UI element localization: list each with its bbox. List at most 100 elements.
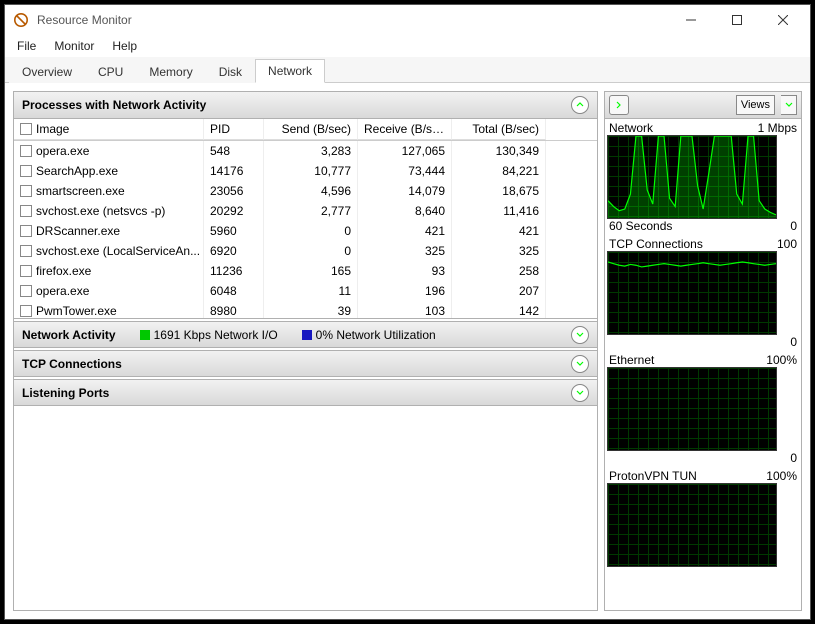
tab-memory[interactable]: Memory <box>136 60 205 83</box>
col-pid[interactable]: PID <box>204 119 264 140</box>
row-checkbox[interactable] <box>20 305 32 317</box>
process-table-scroll[interactable]: Image PID Send (B/sec) Receive (B/sec) T… <box>14 119 597 318</box>
table-row[interactable]: firefox.exe1123616593258 <box>14 261 597 281</box>
table-row[interactable]: DRScanner.exe59600421421 <box>14 221 597 241</box>
chart-title: TCP Connections <box>609 237 703 251</box>
chart-max: 100% <box>766 469 797 483</box>
menu-monitor[interactable]: Monitor <box>46 37 102 55</box>
chart-max: 100 <box>777 237 797 251</box>
cell-recv: 103 <box>358 301 452 318</box>
chart-title: Network <box>609 121 653 135</box>
col-send[interactable]: Send (B/sec) <box>264 119 358 140</box>
section-network-activity[interactable]: Network Activity 1691 Kbps Network I/O 0… <box>14 321 597 348</box>
cell-total: 84,221 <box>452 161 546 181</box>
chart-xmax: 0 <box>790 451 797 465</box>
cell-send: 0 <box>264 241 358 261</box>
cell-image: DRScanner.exe <box>36 224 120 238</box>
chart-protonvpn-tun: ProtonVPN TUN100% <box>607 469 799 567</box>
cell-pid: 548 <box>204 141 264 161</box>
cell-total: 130,349 <box>452 141 546 161</box>
right-pane: Views Network1 Mbps60 Seconds0 TCP Connec… <box>604 91 802 611</box>
views-button[interactable]: Views <box>736 95 775 115</box>
maximize-button[interactable] <box>714 5 760 35</box>
io-color-swatch <box>140 330 150 340</box>
cell-send: 165 <box>264 261 358 281</box>
cell-send: 10,777 <box>264 161 358 181</box>
chart-canvas <box>607 483 777 567</box>
util-color-swatch <box>302 330 312 340</box>
table-row[interactable]: smartscreen.exe230564,59614,07918,675 <box>14 181 597 201</box>
section-tcp-label: TCP Connections <box>22 357 122 371</box>
menubar: File Monitor Help <box>5 35 810 57</box>
charts-scroll[interactable]: Network1 Mbps60 Seconds0 TCP Connections 1… <box>605 119 801 610</box>
section-listening[interactable]: Listening Ports <box>14 379 597 406</box>
collapse-right-button[interactable] <box>609 95 629 115</box>
col-recv[interactable]: Receive (B/sec) <box>358 119 452 140</box>
cell-image: PwmTower.exe <box>36 304 117 318</box>
minimize-button[interactable] <box>668 5 714 35</box>
table-row[interactable]: opera.exe604811196207 <box>14 281 597 301</box>
chart-network: Network1 Mbps60 Seconds0 <box>607 121 799 233</box>
cell-total: 258 <box>452 261 546 281</box>
cell-total: 142 <box>452 301 546 318</box>
section-network-activity-label: Network Activity <box>22 328 116 342</box>
row-checkbox[interactable] <box>20 225 32 237</box>
views-dropdown-button[interactable] <box>781 95 797 115</box>
row-checkbox[interactable] <box>20 205 32 217</box>
chart-canvas <box>607 251 777 335</box>
row-checkbox[interactable] <box>20 245 32 257</box>
cell-recv: 196 <box>358 281 452 301</box>
tab-disk[interactable]: Disk <box>206 60 255 83</box>
cell-image: SearchApp.exe <box>36 164 118 178</box>
row-checkbox[interactable] <box>20 285 32 297</box>
table-row[interactable]: opera.exe5483,283127,065130,349 <box>14 141 597 161</box>
table-row[interactable]: PwmTower.exe898039103142 <box>14 301 597 318</box>
cell-recv: 14,079 <box>358 181 452 201</box>
section-processes[interactable]: Processes with Network Activity <box>14 92 597 119</box>
cell-total: 11,416 <box>452 201 546 221</box>
chart-ethernet: Ethernet 100% 0 <box>607 353 799 465</box>
cell-send: 4,596 <box>264 181 358 201</box>
cell-total: 18,675 <box>452 181 546 201</box>
section-processes-label: Processes with Network Activity <box>22 98 206 112</box>
cell-recv: 8,640 <box>358 201 452 221</box>
row-checkbox[interactable] <box>20 185 32 197</box>
close-button[interactable] <box>760 5 806 35</box>
cell-image: svchost.exe (netsvcs -p) <box>36 204 165 218</box>
chart-tcp-connections: TCP Connections1000 <box>607 237 799 349</box>
chart-xmin: 60 Seconds <box>609 219 672 233</box>
tab-cpu[interactable]: CPU <box>85 60 136 83</box>
row-checkbox[interactable] <box>20 265 32 277</box>
expand-network-activity-button[interactable] <box>571 326 589 344</box>
row-checkbox[interactable] <box>20 165 32 177</box>
content-area: Processes with Network Activity Image PI… <box>5 83 810 619</box>
select-all-checkbox[interactable] <box>20 123 32 135</box>
table-row[interactable]: svchost.exe (LocalServiceAn...6920032532… <box>14 241 597 261</box>
cell-pid: 23056 <box>204 181 264 201</box>
row-checkbox[interactable] <box>20 145 32 157</box>
col-image[interactable]: Image <box>14 119 204 140</box>
table-header: Image PID Send (B/sec) Receive (B/sec) T… <box>14 119 597 141</box>
collapse-processes-button[interactable] <box>571 96 589 114</box>
tab-network[interactable]: Network <box>255 59 325 83</box>
table-row[interactable]: svchost.exe (netsvcs -p)202922,7778,6401… <box>14 201 597 221</box>
expand-tcp-button[interactable] <box>571 355 589 373</box>
cell-pid: 6920 <box>204 241 264 261</box>
chart-max: 100% <box>766 353 797 367</box>
menu-file[interactable]: File <box>9 37 44 55</box>
titlebar[interactable]: Resource Monitor <box>5 5 810 35</box>
chart-title: Ethernet <box>609 353 654 367</box>
cell-image: opera.exe <box>36 284 89 298</box>
cell-send: 2,777 <box>264 201 358 221</box>
col-total[interactable]: Total (B/sec) <box>452 119 546 140</box>
menu-help[interactable]: Help <box>104 37 145 55</box>
network-io-stat: 1691 Kbps Network I/O <box>140 328 278 342</box>
table-row[interactable]: SearchApp.exe1417610,77773,44484,221 <box>14 161 597 181</box>
section-tcp[interactable]: TCP Connections <box>14 350 597 377</box>
right-pane-header: Views <box>605 92 801 119</box>
tab-overview[interactable]: Overview <box>9 60 85 83</box>
expand-listening-button[interactable] <box>571 384 589 402</box>
cell-recv: 127,065 <box>358 141 452 161</box>
cell-send: 0 <box>264 221 358 241</box>
process-table: Image PID Send (B/sec) Receive (B/sec) T… <box>14 119 597 319</box>
